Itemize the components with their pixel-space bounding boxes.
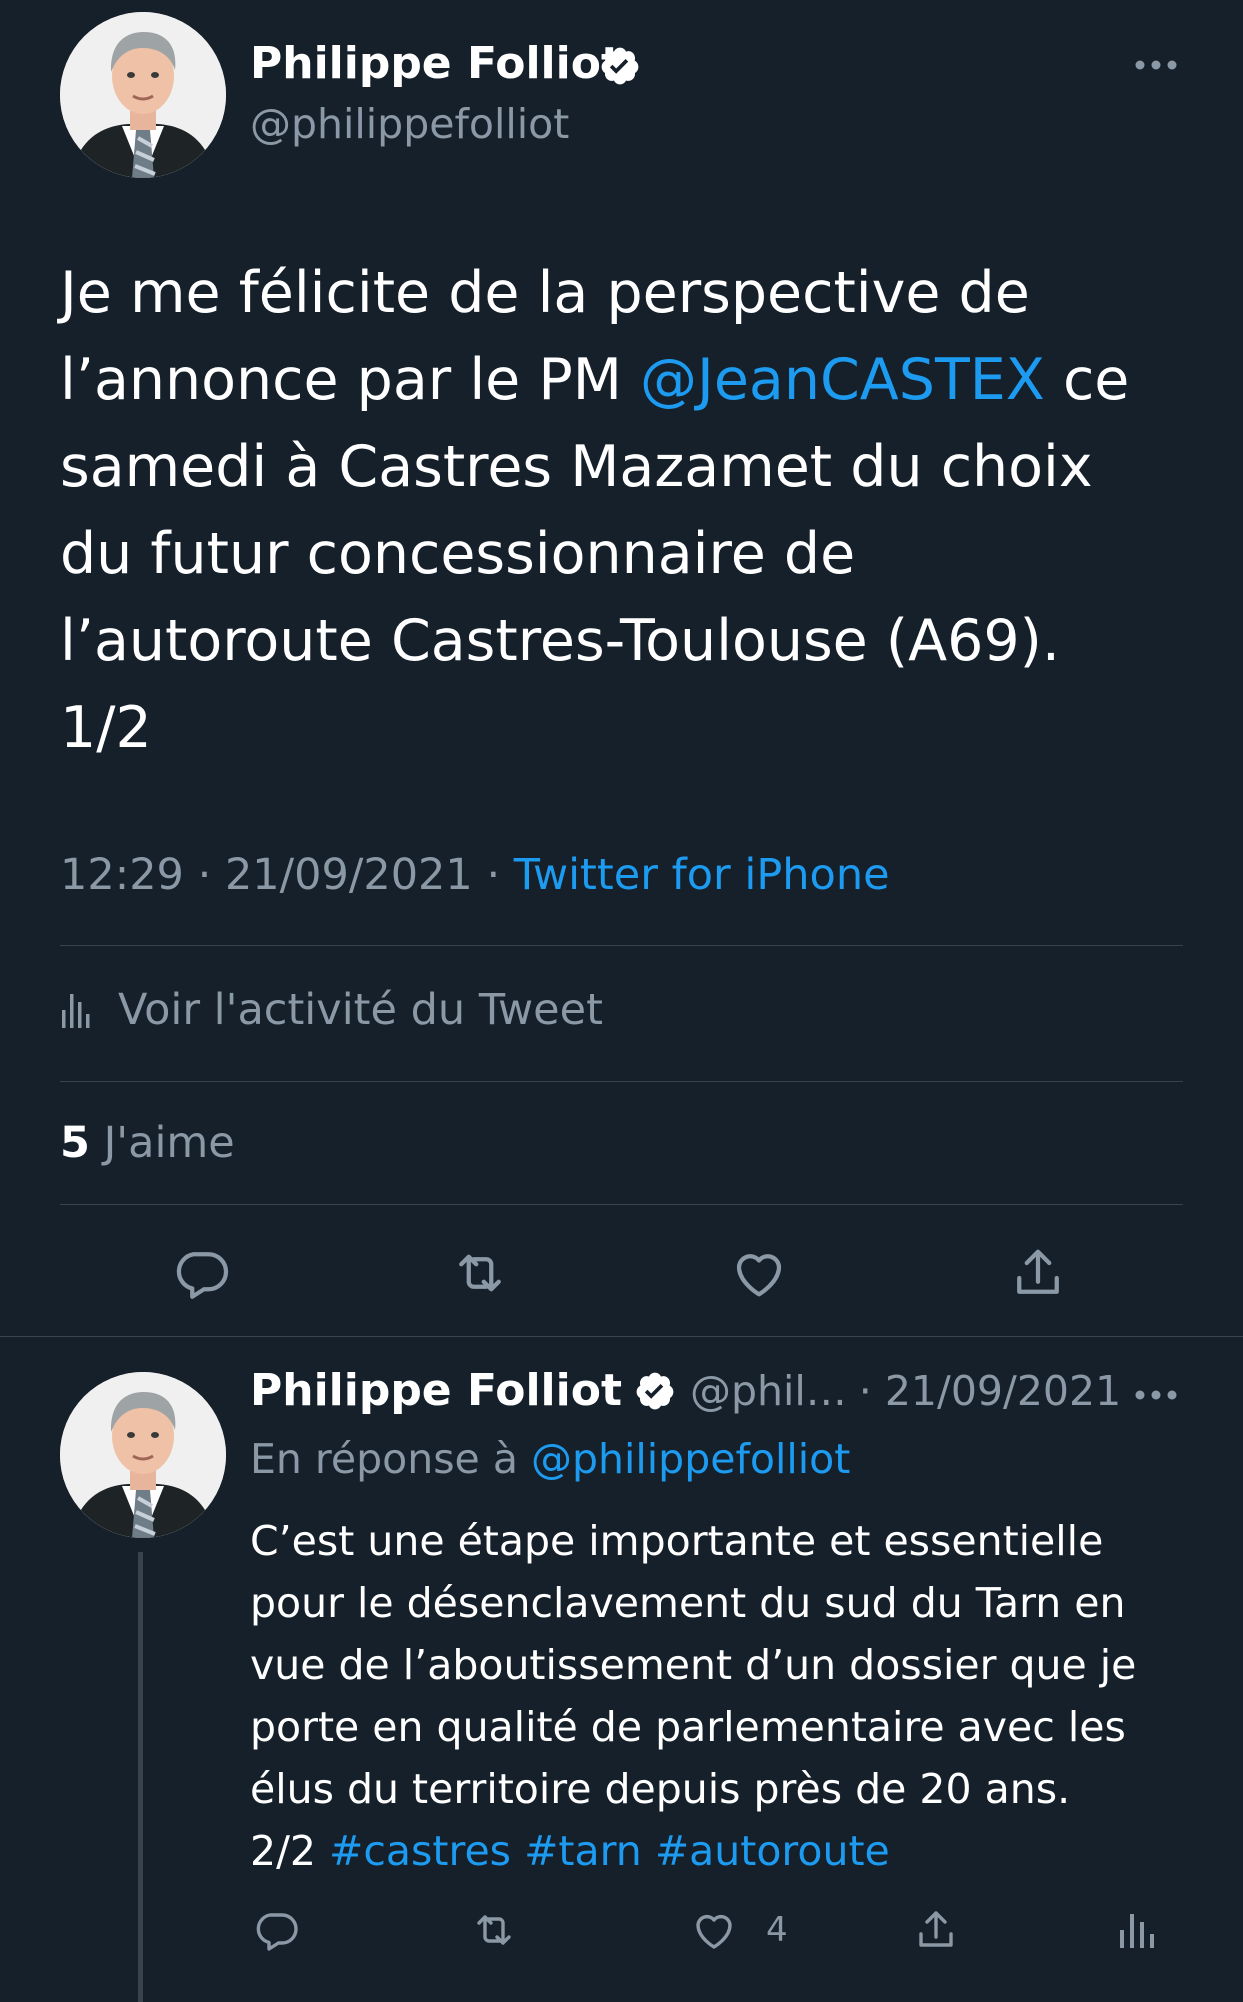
reply-date[interactable]: · 21/09/2021: [859, 1367, 1121, 1415]
author-name[interactable]: Philippe Folliot: [250, 38, 622, 89]
divider: [0, 1336, 1243, 1337]
tweet-text-line: du futur concessionnaire de: [60, 521, 856, 587]
reply-text-line: pour le désenclavement du sud du Tarn en: [250, 1579, 1126, 1627]
thread-connector: [138, 1552, 143, 2002]
verified-badge-icon: [634, 1370, 676, 1412]
tweet-text-line: 1/2: [60, 695, 152, 761]
reply-author-handle[interactable]: @phil…: [690, 1367, 847, 1415]
meta-separator: ·: [472, 850, 514, 900]
tweet-activity-link[interactable]: Voir l'activité du Tweet: [60, 985, 603, 1035]
like-icon[interactable]: [690, 1906, 738, 1954]
reply-prefix: En réponse à: [250, 1435, 531, 1483]
retweet-icon[interactable]: [450, 1243, 510, 1303]
tweet-time[interactable]: 12:29: [60, 850, 184, 900]
share-icon[interactable]: [1008, 1243, 1068, 1303]
hashtag-link[interactable]: #autoroute: [655, 1827, 890, 1875]
divider: [60, 1081, 1183, 1082]
tweet-text-segment: ce: [1044, 347, 1130, 413]
reply-to-link[interactable]: @philippefolliot: [531, 1435, 850, 1483]
reply-text: C’est une étape importante et essentiell…: [250, 1510, 1210, 1882]
divider: [60, 945, 1183, 946]
reply-context: En réponse à @philippefolliot: [250, 1435, 850, 1483]
reply-text-line: vue de l’aboutissement d’un dossier que …: [250, 1641, 1137, 1689]
author-avatar[interactable]: [60, 12, 226, 178]
tweet-date[interactable]: 21/09/2021: [225, 850, 473, 900]
share-icon[interactable]: [912, 1906, 960, 1954]
reply-like-count: 4: [766, 1910, 788, 1950]
more-icon[interactable]: [1133, 1387, 1179, 1401]
reply-author-avatar[interactable]: [60, 1372, 226, 1538]
likes-label: J'aime: [89, 1118, 235, 1168]
hashtag-link[interactable]: #tarn: [524, 1827, 642, 1875]
tweet-text-line: l’annonce par le PM @JeanCASTEX ce: [60, 337, 1210, 424]
reply-icon[interactable]: [171, 1243, 231, 1303]
analytics-icon[interactable]: [1112, 1906, 1160, 1954]
tweet-text-line: l’autoroute Castres-Toulouse (A69).: [60, 608, 1060, 674]
likes-summary[interactable]: 5 J'aime: [60, 1118, 235, 1168]
tweet-text: Je me félicite de la perspective de l’an…: [60, 250, 1210, 772]
reply-text-line: élus du territoire depuis près de 20 ans…: [250, 1765, 1071, 1813]
verified-badge-icon: [599, 45, 641, 87]
retweet-icon[interactable]: [470, 1906, 518, 1954]
reply-text-segment: 2/2: [250, 1827, 330, 1875]
mention-link[interactable]: @JeanCASTEX: [640, 347, 1045, 413]
more-icon[interactable]: [1133, 57, 1179, 71]
activity-chart-icon: [60, 990, 90, 1030]
tweet-meta: 12:29 · 21/09/2021 · Twitter for iPhone: [60, 850, 890, 900]
hashtag-link[interactable]: #castres: [329, 1827, 511, 1875]
divider: [60, 1204, 1183, 1205]
like-icon[interactable]: [729, 1243, 789, 1303]
reply-text-line: 2/2 #castres #tarn #autoroute: [250, 1820, 1210, 1882]
tweet-source-link[interactable]: Twitter for iPhone: [514, 850, 890, 900]
tweet-text-line: samedi à Castres Mazamet du choix: [60, 434, 1093, 500]
likes-count: 5: [60, 1118, 90, 1168]
meta-separator: ·: [183, 850, 225, 900]
reply-text-line: porte en qualité de parlementaire avec l…: [250, 1703, 1126, 1751]
author-handle[interactable]: @philippefolliot: [250, 100, 569, 148]
reply-header: Philippe Folliot @phil… · 21/09/2021: [250, 1365, 1121, 1416]
reply-text-line: C’est une étape importante et essentiell…: [250, 1517, 1104, 1565]
reply-icon[interactable]: [252, 1906, 300, 1954]
tweet-text-segment: l’annonce par le PM: [60, 347, 641, 413]
activity-label: Voir l'activité du Tweet: [118, 985, 603, 1035]
tweet-text-line: Je me félicite de la perspective de: [60, 260, 1030, 326]
reply-author-name[interactable]: Philippe Folliot: [250, 1365, 622, 1416]
